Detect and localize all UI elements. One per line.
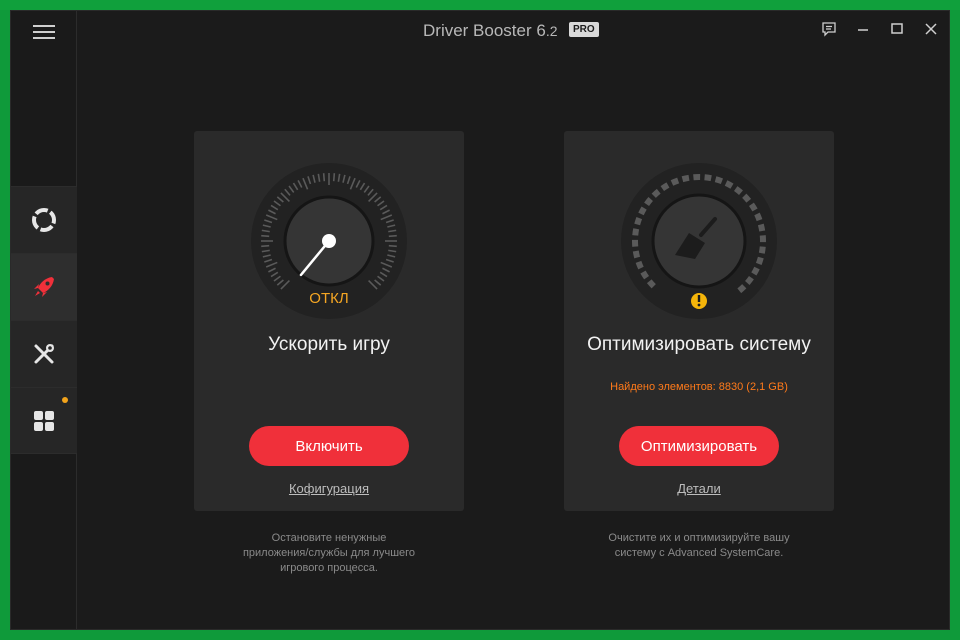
tools-icon [34,344,54,364]
title-bar: Driver Booster 6.2 PRO [77,11,949,51]
game-boost-title: Ускорить игру [268,334,390,355]
sidebar-item-tools[interactable] [11,320,77,387]
hamburger-icon-line [33,37,55,39]
app-title: Driver Booster 6.2 [423,21,558,41]
feedback-icon [822,22,836,37]
minimize-icon [858,29,868,31]
optimize-gauge [619,161,779,321]
speed-gauge: ОТКЛ [249,161,409,321]
found-items-text: Найдено элементов: 8830 (2,1 GB) [610,381,788,393]
description-line: игрового процесса. [280,562,378,574]
game-boost-description: Остановите ненужные приложения/службы дл… [194,531,464,576]
sidebar-item-boost[interactable] [11,253,77,320]
sidebar-item-action-center[interactable] [11,387,77,454]
hamburger-icon-line [33,31,55,33]
app-title-text: Driver Booster 6 [423,21,546,40]
feedback-button[interactable] [819,19,839,39]
description-line: приложения/службы для лучшего [242,547,416,559]
notification-dot [62,397,68,403]
description-line: Остановите ненужные [271,532,387,544]
details-link[interactable]: Детали [564,481,834,496]
desktop-background [0,0,960,10]
app-version: .2 [545,23,558,39]
close-icon [925,23,937,35]
hamburger-icon [33,25,55,27]
game-boost-card: ОТКЛ Ускорить игру Включить Кофигурация [194,131,464,511]
sidebar-item-scan[interactable] [11,186,77,253]
close-button[interactable] [921,19,941,39]
enable-button[interactable]: Включить [249,426,409,466]
description-line: систему с Advanced SystemCare. [614,547,784,559]
app-window: Driver Booster 6.2 PRO ОТКЛ Ускорить игр… [10,10,950,630]
rocket-icon [34,277,54,297]
optimize-button[interactable]: Оптимизировать [619,426,779,466]
broom-icon [621,163,777,319]
sidebar-nav [11,186,77,454]
optimize-description: Очистите их и оптимизируйте вашу систему… [564,531,834,561]
configuration-link[interactable]: Кофигурация [194,481,464,496]
grid-icon [34,410,54,431]
window-controls [819,19,941,39]
lifebuoy-icon [31,207,57,233]
maximize-icon [891,23,903,34]
optimize-card: Оптимизировать систему Найдено элементов… [564,131,834,511]
maximize-button[interactable] [887,19,907,39]
description-line: Очистите их и оптимизируйте вашу [608,532,790,544]
optimize-title: Оптимизировать систему [587,334,811,355]
menu-button[interactable] [11,11,77,53]
pro-badge: PRO [569,22,599,37]
sidebar [11,11,77,629]
minimize-button[interactable] [853,19,873,39]
gauge-status: ОТКЛ [309,290,349,307]
